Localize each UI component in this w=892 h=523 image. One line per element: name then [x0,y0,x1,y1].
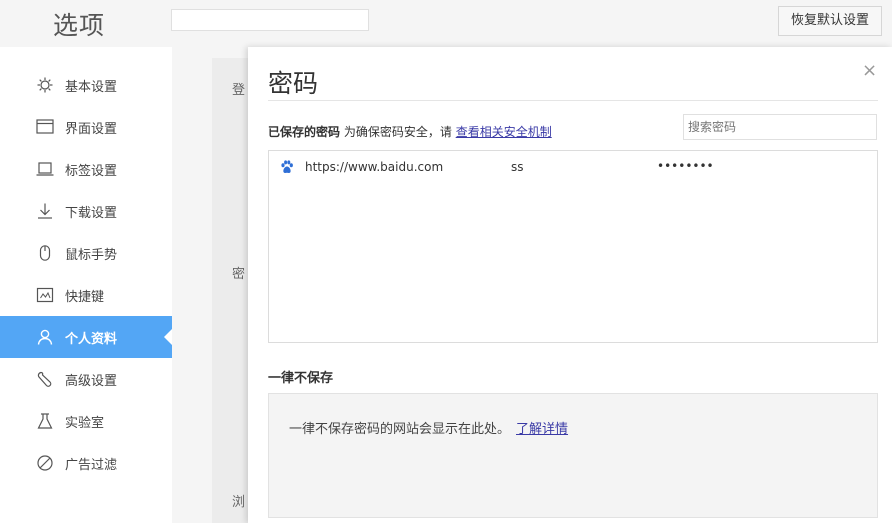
background-settings-panel [212,58,252,523]
sidebar-item-label: 鼠标手势 [65,248,118,263]
sidebar-item-label: 快捷键 [65,290,105,305]
never-save-heading: 一律不保存 [268,371,334,386]
sidebar-item-label: 实验室 [65,416,105,431]
user-icon [37,329,53,345]
sidebar-item-label: 基本设置 [65,80,118,95]
sidebar-item-profile[interactable]: 个人资料 [0,316,172,358]
sidebar: 基本设置 界面设置 标签设置 下载设置 鼠标手势 快捷键 个人资料 高级设置 实… [0,47,172,523]
never-save-message: 一律不保存密码的网站会显示在此处。 [289,422,511,437]
saved-password-list: https://www.baidu.com ss •••••••• [268,150,878,343]
mouse-icon [39,245,51,261]
sidebar-item-label: 标签设置 [65,164,118,179]
sidebar-item-download[interactable]: 下载设置 [0,190,172,232]
gear-icon [37,77,53,93]
sidebar-item-label: 个人资料 [65,332,118,347]
close-icon[interactable]: × [862,60,877,81]
sidebar-item-label: 界面设置 [65,122,118,137]
learn-more-link[interactable]: 了解详情 [516,422,568,437]
sidebar-item-ad-filter[interactable]: 广告过滤 [0,442,172,484]
header: 选项 恢复默认设置 [0,0,892,46]
divider [268,100,878,101]
saved-passwords-header: 已保存的密码 为确保密码安全，请 查看相关安全机制 [268,123,552,140]
sidebar-item-label: 广告过滤 [65,458,118,473]
keyboard-icon [36,287,54,303]
baidu-paw-icon [281,160,293,173]
flask-icon [37,413,53,429]
never-save-message-row: 一律不保存密码的网站会显示在此处。 了解详情 [289,418,568,437]
sidebar-item-shortcuts[interactable]: 快捷键 [0,274,172,316]
saved-passwords-description: 为确保密码安全，请 [343,125,452,139]
sidebar-item-label: 高级设置 [65,374,118,389]
sidebar-item-interface[interactable]: 界面设置 [0,106,172,148]
password-value: •••••••• [657,159,714,173]
sidebar-item-tabs[interactable]: 标签设置 [0,148,172,190]
sidebar-item-advanced[interactable]: 高级设置 [0,358,172,400]
sidebar-item-basic[interactable]: 基本设置 [0,64,172,106]
restore-defaults-button[interactable]: 恢复默认设置 [778,6,882,36]
password-search-input[interactable] [683,114,877,140]
laptop-icon [36,162,54,176]
never-save-list: 一律不保存密码的网站会显示在此处。 了解详情 [268,393,878,518]
window-icon [36,119,54,134]
password-dialog: 密码 × 已保存的密码 为确保密码安全，请 查看相关安全机制 https://w… [248,47,892,523]
password-site: https://www.baidu.com [305,160,444,174]
settings-search-input[interactable] [171,9,369,31]
sidebar-item-mouse-gestures[interactable]: 鼠标手势 [0,232,172,274]
wrench-icon [37,371,52,387]
password-username: ss [511,160,524,174]
download-icon [38,203,52,219]
security-mechanism-link[interactable]: 查看相关安全机制 [456,125,552,139]
dialog-title: 密码 [268,69,319,98]
sidebar-item-label: 下载设置 [65,206,118,221]
background-section-label: 浏 [232,495,246,510]
list-item[interactable]: https://www.baidu.com ss •••••••• [269,151,877,181]
sidebar-item-lab[interactable]: 实验室 [0,400,172,442]
block-icon [37,455,53,471]
saved-passwords-heading: 已保存的密码 [268,125,341,139]
background-section-label: 密 [232,267,246,282]
background-section-label: 登 [232,83,246,98]
page-title: 选项 [53,11,106,40]
